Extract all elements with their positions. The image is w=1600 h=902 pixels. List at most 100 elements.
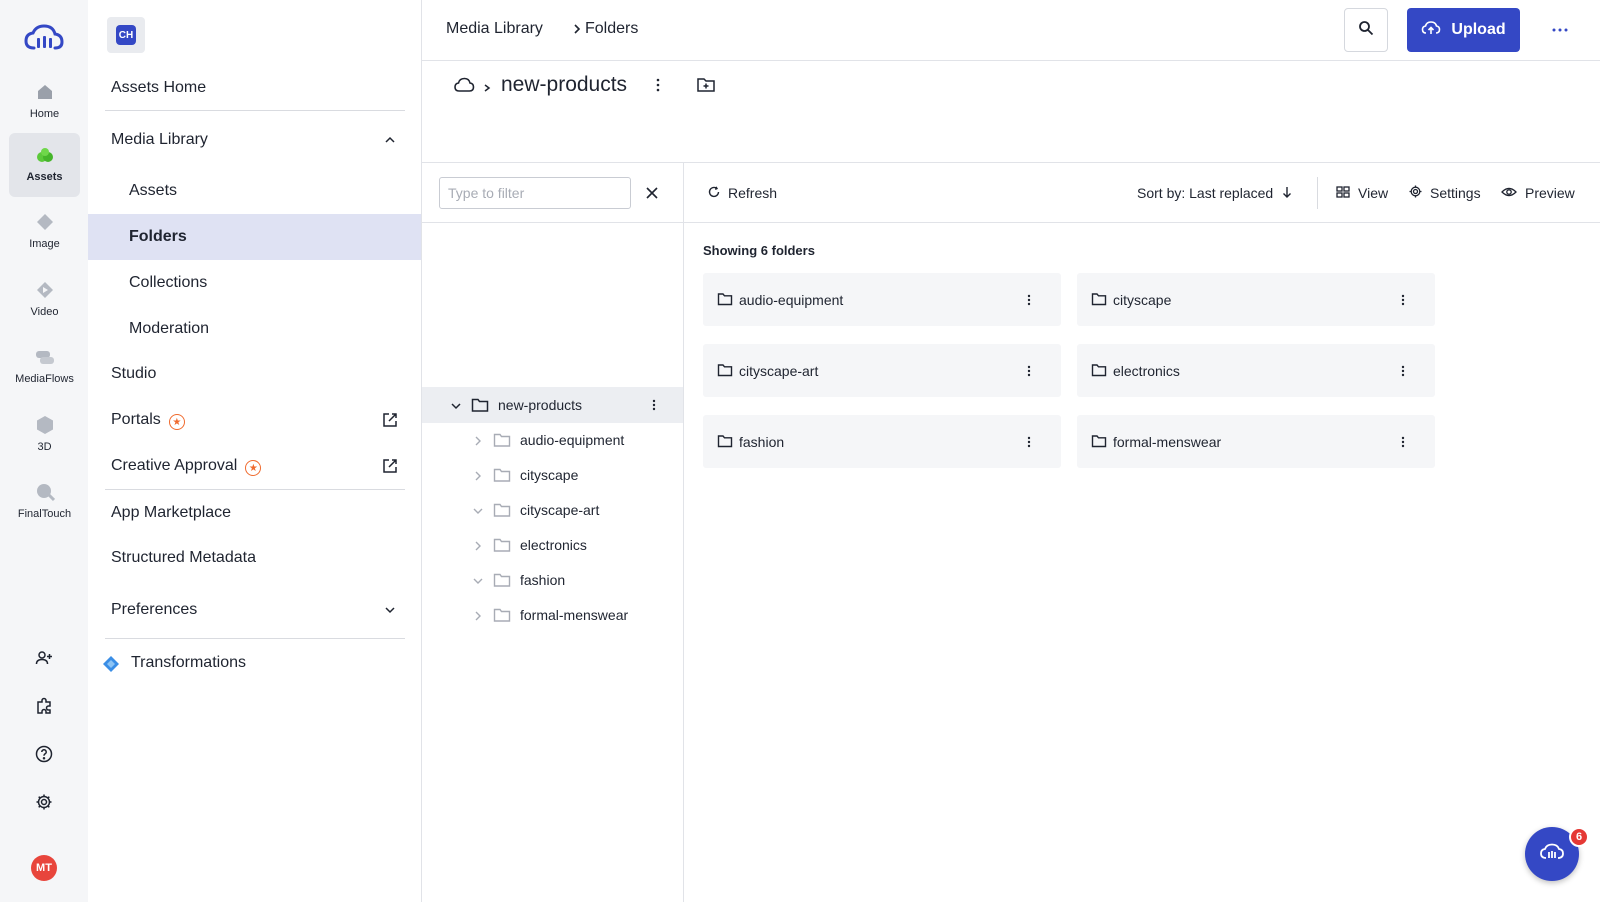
chevron-right-icon[interactable] <box>472 434 484 446</box>
rail-item-3d[interactable]: 3D <box>9 403 80 467</box>
cloudinary-logo-icon[interactable] <box>24 24 64 52</box>
nav-item-structured-metadata[interactable]: Structured Metadata <box>88 535 421 581</box>
folder-icon <box>717 434 733 448</box>
settings-label: Settings <box>1430 185 1481 201</box>
gear-icon <box>1409 185 1422 201</box>
tree-label: new-products <box>498 397 583 413</box>
nav-label: Media Library <box>111 131 208 148</box>
folder-count: Showing 6 folders <box>703 243 815 258</box>
new-folder-icon[interactable] <box>696 76 716 94</box>
folder-card[interactable]: cityscape <box>1077 273 1435 326</box>
divider <box>105 110 405 111</box>
close-icon[interactable] <box>643 184 661 202</box>
kebab-menu-icon[interactable] <box>1395 433 1411 451</box>
nav-item-moderation[interactable]: Moderation <box>88 306 421 352</box>
nav-item-media-library[interactable]: Media Library <box>88 117 421 163</box>
arrow-down-icon <box>1281 185 1293 201</box>
chevron-right-icon[interactable] <box>472 469 484 481</box>
chevron-down-icon[interactable] <box>472 574 484 586</box>
folder-icon <box>493 467 511 483</box>
folder-header: new-products <box>422 61 1600 163</box>
folder-card-label: cityscape <box>1113 291 1172 308</box>
folder-card-label: fashion <box>739 433 785 450</box>
puzzle-icon[interactable] <box>32 694 56 718</box>
tree-row[interactable]: electronics <box>422 527 683 563</box>
cloud-switcher[interactable]: CH <box>107 17 145 53</box>
chevron-down-icon[interactable] <box>450 399 462 411</box>
nav-item-folders[interactable]: Folders <box>88 214 421 260</box>
transformations-icon <box>102 655 120 673</box>
avatar[interactable]: MT <box>31 855 57 881</box>
portals-label: Portals <box>111 410 161 428</box>
view-button[interactable]: View <box>1336 183 1388 203</box>
folder-card[interactable]: cityscape-art <box>703 344 1061 397</box>
nav-item-portals[interactable]: Portals ★ <box>88 397 421 443</box>
chevron-right-icon[interactable] <box>472 609 484 621</box>
cloud-root-icon[interactable] <box>453 76 475 94</box>
rail-item-image[interactable]: Image <box>9 200 80 264</box>
rail-label: MediaFlows <box>15 373 74 385</box>
nav-item-assets[interactable]: Assets <box>88 168 421 214</box>
folder-card[interactable]: audio-equipment <box>703 273 1061 326</box>
add-user-icon[interactable] <box>32 646 56 670</box>
3d-icon <box>35 415 55 435</box>
home-icon <box>35 82 55 102</box>
rail-item-home[interactable]: Home <box>9 70 80 134</box>
rail-item-video[interactable]: Video <box>9 268 80 332</box>
nav-item-app-marketplace[interactable]: App Marketplace <box>88 490 421 536</box>
creative-approval-label: Creative Approval <box>111 456 238 474</box>
kebab-menu-icon[interactable] <box>1395 362 1411 380</box>
external-link-icon[interactable] <box>381 457 399 475</box>
breadcrumb-media-library[interactable]: Media Library <box>446 20 543 38</box>
folder-icon <box>471 397 489 413</box>
tree-row[interactable]: fashion <box>422 562 683 598</box>
chevron-down-icon <box>381 601 399 619</box>
tree-row-root[interactable]: new-products <box>422 387 683 423</box>
tree-row[interactable]: audio-equipment <box>422 422 683 458</box>
nav-item-collections[interactable]: Collections <box>88 260 421 306</box>
folder-icon <box>717 292 733 306</box>
nav-item-transformations[interactable]: Transformations <box>88 640 421 686</box>
search-button[interactable] <box>1344 8 1388 52</box>
preview-button[interactable]: Preview <box>1501 183 1575 203</box>
chevron-right-icon <box>482 80 492 92</box>
nav-label: App Marketplace <box>111 504 232 521</box>
rail-item-mediaflows[interactable]: MediaFlows <box>9 335 80 399</box>
rail-item-assets[interactable]: Assets <box>9 133 80 197</box>
folder-card[interactable]: electronics <box>1077 344 1435 397</box>
external-link-icon[interactable] <box>381 411 399 429</box>
chevron-right-icon[interactable] <box>472 539 484 551</box>
tree-row[interactable]: cityscape-art <box>422 492 683 528</box>
tree-label: cityscape <box>520 467 579 483</box>
kebab-menu-icon[interactable] <box>646 396 662 414</box>
upload-button[interactable]: Upload <box>1407 8 1520 52</box>
nav-label: Folders <box>129 228 187 245</box>
refresh-button[interactable]: Refresh <box>708 183 777 203</box>
tree-label: electronics <box>520 537 587 553</box>
tree-row[interactable]: formal-menswear <box>422 597 683 633</box>
nav-item-creative-approval[interactable]: Creative Approval ★ <box>88 443 421 489</box>
more-options-icon[interactable] <box>1548 20 1572 40</box>
nav-label: Moderation <box>129 320 210 337</box>
kebab-menu-icon[interactable] <box>650 76 666 94</box>
tree-row[interactable]: cityscape <box>422 457 683 493</box>
left-rail: Home Assets Image Video MediaFlows 3D Fi… <box>0 0 88 902</box>
help-icon[interactable] <box>32 742 56 766</box>
nav-item-assets-home[interactable]: Assets Home <box>88 65 421 111</box>
chevron-down-icon[interactable] <box>472 504 484 516</box>
nav-item-preferences[interactable]: Preferences <box>88 587 421 633</box>
folder-card[interactable]: formal-menswear <box>1077 415 1435 468</box>
sort-button[interactable]: Sort by: Last replaced <box>1137 183 1293 203</box>
settings-icon[interactable] <box>32 790 56 814</box>
kebab-menu-icon[interactable] <box>1021 362 1037 380</box>
divider <box>105 638 405 639</box>
kebab-menu-icon[interactable] <box>1021 291 1037 309</box>
nav-item-studio[interactable]: Studio <box>88 351 421 397</box>
kebab-menu-icon[interactable] <box>1395 291 1411 309</box>
tree-label: fashion <box>520 572 566 588</box>
filter-input[interactable] <box>439 177 631 209</box>
rail-item-finaltouch[interactable]: FinalTouch <box>9 470 80 534</box>
folder-card[interactable]: fashion <box>703 415 1061 468</box>
kebab-menu-icon[interactable] <box>1021 433 1037 451</box>
settings-button[interactable]: Settings <box>1409 183 1481 203</box>
